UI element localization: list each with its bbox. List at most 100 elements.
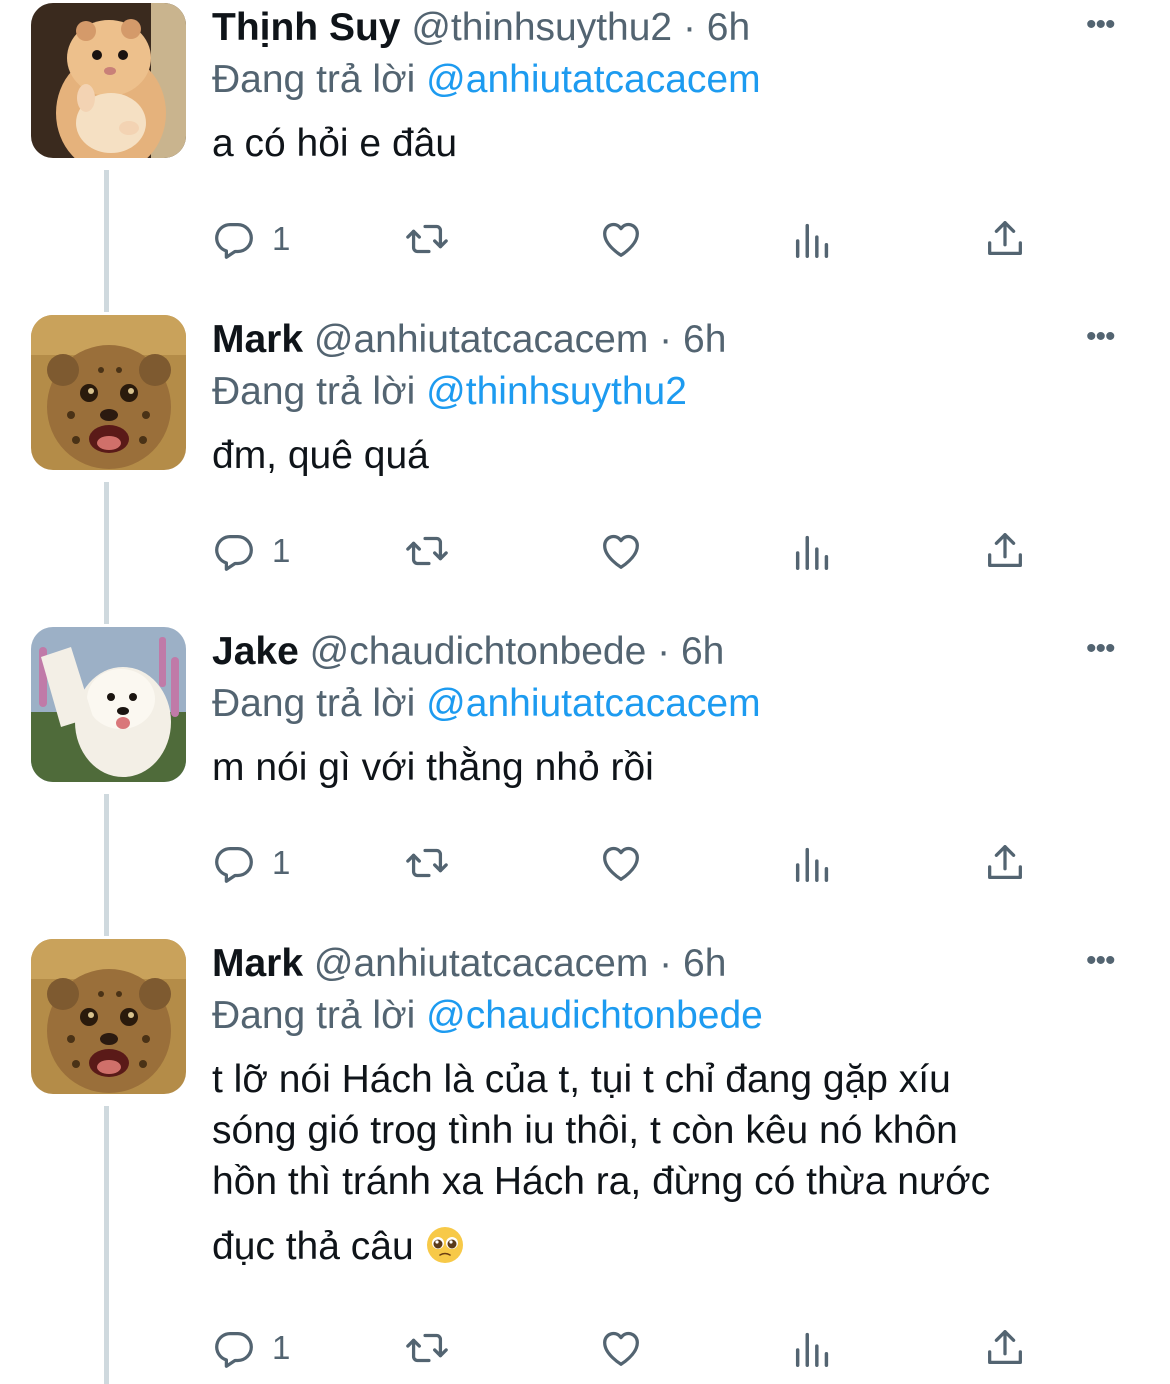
tweet-header: Mark @anhiutatcacacem · 6h xyxy=(212,316,726,364)
thread-line xyxy=(104,482,109,624)
user-handle[interactable]: @thinhsuythu2 xyxy=(411,6,672,49)
retweet-button[interactable] xyxy=(404,524,450,578)
replying-to-label: Đang trả lời xyxy=(212,370,416,413)
heart-icon xyxy=(598,1325,644,1371)
action-bar: 1 xyxy=(212,212,1042,266)
display-name[interactable]: Mark xyxy=(212,318,303,361)
heart-icon xyxy=(598,216,644,262)
like-button[interactable] xyxy=(598,524,644,578)
share-icon xyxy=(982,1325,1028,1371)
share-icon xyxy=(982,840,1028,886)
share-icon xyxy=(982,216,1028,262)
user-handle[interactable]: @anhiutatcacacem xyxy=(314,942,648,985)
reply-count: 1 xyxy=(272,532,291,569)
views-button[interactable] xyxy=(790,836,836,890)
reply-count: 1 xyxy=(272,220,291,257)
action-bar: 1 xyxy=(212,1321,1042,1375)
views-button[interactable] xyxy=(790,212,836,266)
share-icon xyxy=(982,528,1028,574)
retweet-icon xyxy=(404,528,450,574)
mention-link[interactable]: @thinhsuythu2 xyxy=(426,370,687,413)
cheetah-cub-avatar[interactable] xyxy=(31,939,186,1094)
timestamp[interactable]: 6h xyxy=(707,6,750,49)
thread-line xyxy=(104,170,109,312)
views-button[interactable] xyxy=(790,1321,836,1375)
tweet-header: Mark @anhiutatcacacem · 6h xyxy=(212,940,726,988)
like-button[interactable] xyxy=(598,212,644,266)
hamster-avatar[interactable] xyxy=(31,3,186,158)
more-options-icon[interactable]: ••• xyxy=(1086,634,1115,664)
action-bar: 1 xyxy=(212,524,1042,578)
mention-link[interactable]: @chaudichtonbede xyxy=(426,994,763,1037)
like-button[interactable] xyxy=(598,836,644,890)
reply-button[interactable]: 1 xyxy=(212,1321,290,1375)
more-options-icon[interactable]: ••• xyxy=(1086,10,1115,40)
replying-to: Đang trả lời @chaudichtonbede xyxy=(212,992,763,1040)
cheetah-cub-avatar[interactable] xyxy=(31,315,186,470)
timestamp[interactable]: 6h xyxy=(683,942,726,985)
more-options-icon[interactable]: ••• xyxy=(1086,946,1115,976)
tweet-text: t lỡ nói Hách là của t, tụi t chỉ đang g… xyxy=(212,1054,1112,1272)
like-button[interactable] xyxy=(598,1321,644,1375)
mention-link[interactable]: @anhiutatcacacem xyxy=(426,58,760,101)
tweet-text-line: sóng gió trog tình iu thôi, t còn kêu nó… xyxy=(212,1109,958,1152)
tweet-header: Thịnh Suy @thinhsuythu2 · 6h xyxy=(212,4,750,52)
tweet-text: a có hỏi e đâu xyxy=(212,122,458,165)
tweet-text-line-last: đục thả câu xyxy=(212,1221,1112,1272)
timestamp[interactable]: 6h xyxy=(683,318,726,361)
views-icon xyxy=(790,840,836,886)
timestamp[interactable]: 6h xyxy=(681,630,724,673)
views-icon xyxy=(790,216,836,262)
display-name[interactable]: Mark xyxy=(212,942,303,985)
tweet-text: m nói gì với thằng nhỏ rồi xyxy=(212,746,654,789)
share-button[interactable] xyxy=(982,212,1028,266)
share-button[interactable] xyxy=(982,1321,1028,1375)
share-button[interactable] xyxy=(982,524,1028,578)
mention-link[interactable]: @anhiutatcacacem xyxy=(426,682,760,725)
retweet-button[interactable] xyxy=(404,836,450,890)
retweet-button[interactable] xyxy=(404,212,450,266)
retweet-icon xyxy=(404,1325,450,1371)
reply-icon xyxy=(212,216,258,262)
reply-icon xyxy=(212,528,258,574)
pleading-face-emoji xyxy=(425,1225,465,1265)
reply-icon xyxy=(212,840,258,886)
reply-count: 1 xyxy=(272,844,291,881)
replying-to: Đang trả lời @anhiutatcacacem xyxy=(212,56,761,104)
retweet-icon xyxy=(404,840,450,886)
user-handle[interactable]: @anhiutatcacacem xyxy=(314,318,648,361)
tweet-text-line: t lỡ nói Hách là của t, tụi t chỉ đang g… xyxy=(212,1058,951,1101)
reply-button[interactable]: 1 xyxy=(212,212,290,266)
retweet-icon xyxy=(404,216,450,262)
replying-to-label: Đang trả lời xyxy=(212,994,416,1037)
views-button[interactable] xyxy=(790,524,836,578)
reply-icon xyxy=(212,1325,258,1371)
more-options-icon[interactable]: ••• xyxy=(1086,322,1115,352)
retweet-button[interactable] xyxy=(404,1321,450,1375)
display-name[interactable]: Jake xyxy=(212,630,299,673)
tweet-header: Jake @chaudichtonbede · 6h xyxy=(212,628,724,676)
separator-dot: · xyxy=(682,6,696,49)
replying-to: Đang trả lời @anhiutatcacacem xyxy=(212,680,761,728)
display-name[interactable]: Thịnh Suy xyxy=(212,6,401,49)
user-handle[interactable]: @chaudichtonbede xyxy=(310,630,647,673)
thread-line xyxy=(104,794,109,936)
action-bar: 1 xyxy=(212,836,1042,890)
samoyed-dog-avatar[interactable] xyxy=(31,627,186,782)
share-button[interactable] xyxy=(982,836,1028,890)
tweet-text: đm, quê quá xyxy=(212,434,429,477)
reply-count: 1 xyxy=(272,1329,291,1366)
reply-button[interactable]: 1 xyxy=(212,524,290,578)
thread-line xyxy=(104,1106,109,1384)
tweet-text-line: hồn thì tránh xa Hách ra, đừng có thừa n… xyxy=(212,1160,991,1203)
separator-dot: · xyxy=(659,942,673,985)
replying-to-label: Đang trả lời xyxy=(212,682,416,725)
views-icon xyxy=(790,1325,836,1371)
tweet-text-line: đục thả câu xyxy=(212,1225,414,1268)
heart-icon xyxy=(598,528,644,574)
replying-to: Đang trả lời @thinhsuythu2 xyxy=(212,368,687,416)
heart-icon xyxy=(598,840,644,886)
reply-button[interactable]: 1 xyxy=(212,836,290,890)
separator-dot: · xyxy=(657,630,671,673)
separator-dot: · xyxy=(659,318,673,361)
